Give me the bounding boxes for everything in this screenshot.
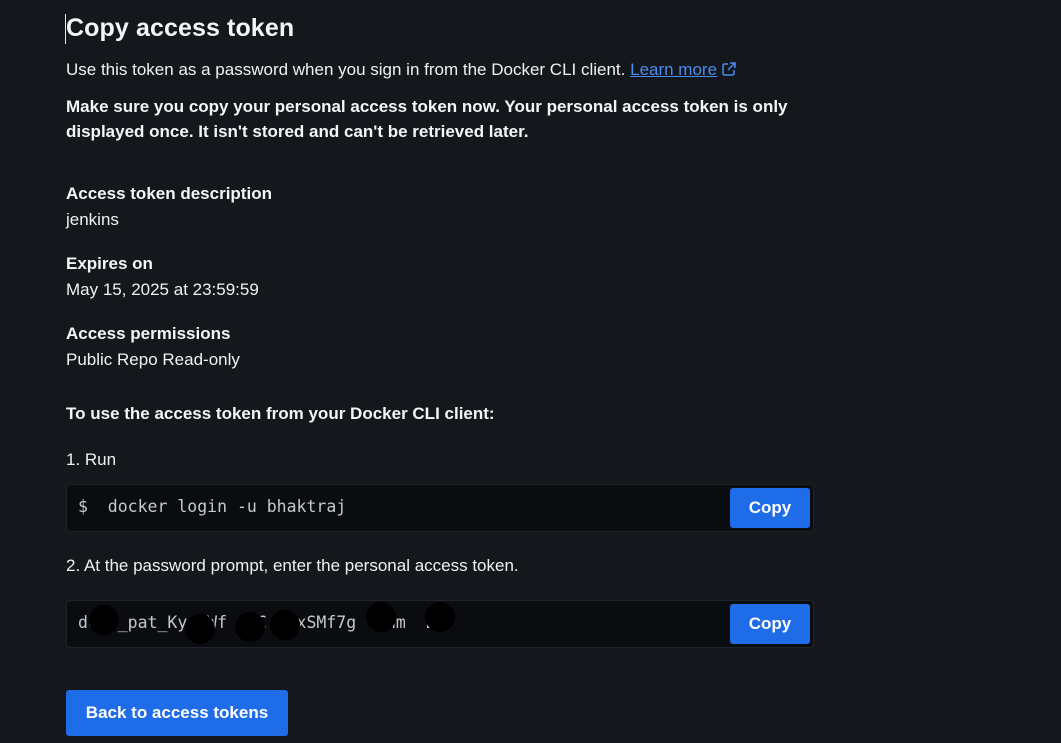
step-run-label: 1. Run xyxy=(66,450,117,469)
copy-command-button[interactable]: Copy xyxy=(730,488,810,528)
login-command-box: $ docker login -u bhaktraj Copy xyxy=(66,484,814,532)
redaction-mark xyxy=(89,605,119,635)
expires-label: Expires on xyxy=(66,254,153,273)
external-link-icon[interactable] xyxy=(721,61,737,82)
description-value: jenkins xyxy=(66,210,119,229)
learn-more-link[interactable]: Learn more xyxy=(630,60,717,79)
cli-heading: To use the access token from your Docker… xyxy=(66,404,495,423)
back-to-access-tokens-button[interactable]: Back to access tokens xyxy=(66,690,288,736)
copy-token-button[interactable]: Copy xyxy=(730,604,810,644)
description-label: Access token description xyxy=(66,184,272,203)
step-password-label: 2. At the password prompt, enter the per… xyxy=(66,556,519,575)
expires-value: May 15, 2025 at 23:59:59 xyxy=(66,280,259,299)
permissions-label: Access permissions xyxy=(66,324,231,343)
redaction-mark xyxy=(366,602,396,632)
token-box: dckr_pat_Ky Wf C -xSMf7g Phm B Copy xyxy=(66,600,814,648)
redaction-mark xyxy=(270,610,300,640)
redaction-mark xyxy=(235,612,265,642)
intro-text: Use this token as a password when you si… xyxy=(66,60,737,82)
redaction-mark xyxy=(425,602,455,632)
intro-sentence: Use this token as a password when you si… xyxy=(66,60,626,79)
copy-warning: Make sure you copy your personal access … xyxy=(66,97,788,141)
page-title: Copy access token xyxy=(66,14,295,42)
redaction-mark xyxy=(185,614,215,644)
permissions-value: Public Repo Read-only xyxy=(66,350,240,369)
login-command-text[interactable]: $ docker login -u bhaktraj xyxy=(78,497,346,516)
